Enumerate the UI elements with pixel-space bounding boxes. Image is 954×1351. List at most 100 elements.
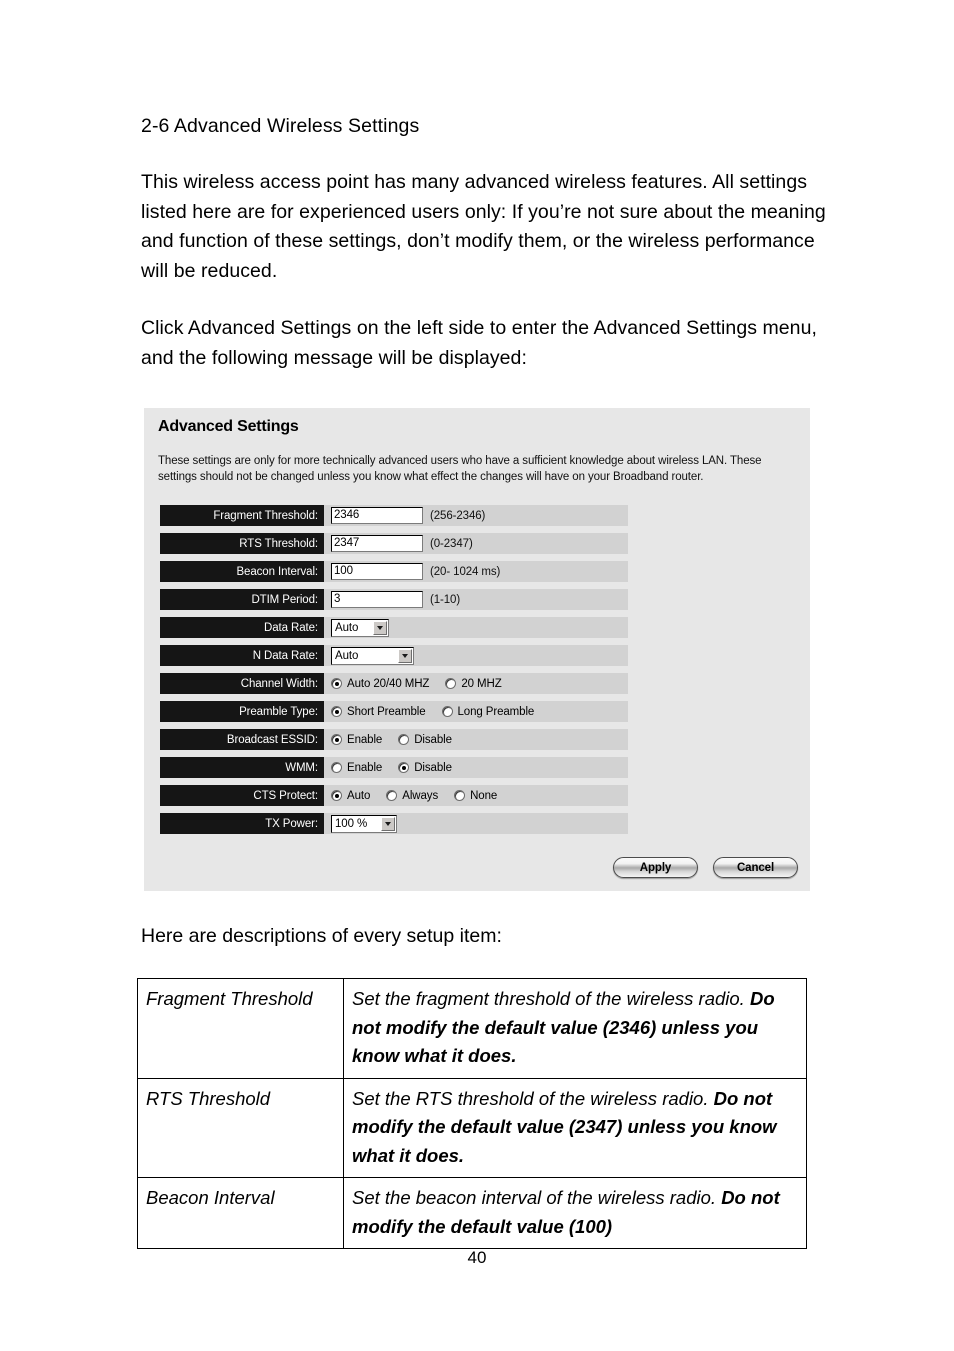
radio-label: Enable [347,733,383,746]
value-fragment-threshold: 2346 (256-2346) [324,505,628,526]
label-tx-power: TX Power: [160,813,324,834]
document-body: 2-6 Advanced Wireless Settings This wire… [141,112,831,373]
radio-icon [331,734,342,745]
value-broadcast-essid: Enable Disable [324,729,628,750]
radio-icon [331,706,342,717]
value-beacon-interval: 100 (20- 1024 ms) [324,561,628,582]
broadcast-essid-radio-group: Enable Disable [331,734,468,746]
row-channel-width: Channel Width: Auto 20/40 MHZ 20 MHZ [160,673,628,694]
radio-icon [386,790,398,801]
row-data-rate: Data Rate: Auto [160,617,628,638]
radio-label: Auto [347,789,371,802]
panel-button-bar: Apply Cancel [613,857,798,878]
value-preamble-type: Short Preamble Long Preamble [324,701,628,722]
radio-icon [331,678,342,689]
chevron-down-icon [381,816,395,831]
cts-protect-radio-group: Auto Always None [331,790,513,802]
chevron-down-icon [398,648,412,663]
setup-item-description-table: Fragment Threshold Set the fragment thre… [137,978,807,1249]
beacon-interval-input[interactable]: 100 [331,563,423,580]
radio-cts-protect-none[interactable]: None [454,790,497,802]
radio-channel-width-20mhz[interactable]: 20 MHZ [445,677,502,690]
n-data-rate-select-value: Auto [335,649,359,662]
radio-icon [454,790,466,801]
definition-plain: Set the beacon interval of the wireless … [352,1187,722,1208]
radio-label: Disable [414,733,452,746]
instruction-paragraph: Click Advanced Settings on the left side… [141,317,817,369]
value-data-rate: Auto [324,617,628,638]
row-broadcast-essid: Broadcast ESSID: Enable Disable [160,729,628,750]
table-caption: Here are descriptions of every setup ite… [141,925,502,947]
data-rate-select[interactable]: Auto [331,618,389,637]
dtim-period-input[interactable]: 3 [331,591,423,608]
definition-plain: Set the fragment threshold of the wirele… [352,988,750,1009]
radio-cts-protect-auto[interactable]: Auto [331,790,370,802]
value-cts-protect: Auto Always None [324,785,628,806]
label-data-rate: Data Rate: [160,617,324,638]
radio-label: Long Preamble [457,705,535,718]
row-fragment-threshold: Fragment Threshold: 2346 (256-2346) [160,505,628,526]
definition-plain: Set the RTS threshold of the wireless ra… [352,1087,714,1109]
value-tx-power: 100 % [324,813,628,834]
row-rts-threshold: RTS Threshold: 2347 (0-2347) [160,533,628,554]
value-wmm: Enable Disable [324,757,628,778]
radio-label: 20 MHZ [461,677,502,690]
radio-broadcast-essid-enable[interactable]: Enable [331,734,382,746]
fragment-threshold-input[interactable]: 2346 [331,507,423,524]
label-rts-threshold: RTS Threshold: [160,533,324,554]
radio-wmm-disable[interactable]: Disable [398,762,452,774]
value-dtim-period: 3 (1-10) [324,589,628,610]
radio-label: Always [402,789,439,802]
radio-icon [331,762,342,773]
radio-channel-width-auto[interactable]: Auto 20/40 MHZ [331,678,429,690]
radio-preamble-long[interactable]: Long Preamble [441,705,535,718]
row-cts-protect: CTS Protect: Auto Always None [160,785,628,806]
radio-preamble-short[interactable]: Short Preamble [331,706,426,718]
definition-cell: Set the RTS threshold of the wireless ra… [343,1077,807,1178]
n-data-rate-select[interactable]: Auto [331,646,414,665]
term-cell: Beacon Interval [137,1177,344,1249]
radio-label: None [470,789,498,802]
label-beacon-interval: Beacon Interval: [160,561,324,582]
radio-cts-protect-always[interactable]: Always [386,790,438,802]
channel-width-radio-group: Auto 20/40 MHZ 20 MHZ [331,678,518,690]
radio-wmm-enable[interactable]: Enable [331,762,382,774]
definition-cell: Set the fragment threshold of the wirele… [343,978,807,1079]
page-title: 2-6 Advanced Wireless Settings [141,115,420,137]
radio-label: Disable [414,761,452,774]
radio-broadcast-essid-disable[interactable]: Disable [398,734,452,746]
radio-label: Auto 20/40 MHZ [347,677,430,690]
cancel-button[interactable]: Cancel [713,857,798,878]
radio-icon [445,678,457,689]
intro-paragraph: This wireless access point has many adva… [141,171,826,282]
panel-description: These settings are only for more technic… [158,455,762,483]
table-row: Fragment Threshold Set the fragment thre… [137,978,807,1079]
panel-title: Advanced Settings [158,418,299,435]
value-rts-threshold: 2347 (0-2347) [324,533,628,554]
table-row: RTS Threshold Set the RTS threshold of t… [137,1077,807,1178]
radio-icon [398,762,410,773]
rts-threshold-hint: (0-2347) [430,537,473,550]
dtim-period-hint: (1-10) [430,593,461,606]
row-tx-power: TX Power: 100 % [160,813,628,834]
radio-icon [331,790,342,801]
rts-threshold-input[interactable]: 2347 [331,535,423,552]
apply-button[interactable]: Apply [613,857,698,878]
row-n-data-rate: N Data Rate: Auto [160,645,628,666]
label-preamble-type: Preamble Type: [160,701,324,722]
fragment-threshold-hint: (256-2346) [430,509,486,522]
radio-label: Enable [347,761,383,774]
radio-label: Short Preamble [347,705,426,718]
label-channel-width: Channel Width: [160,673,324,694]
term-cell: RTS Threshold [137,1077,344,1178]
value-channel-width: Auto 20/40 MHZ 20 MHZ [324,673,628,694]
definition-cell: Set the beacon interval of the wireless … [343,1177,807,1249]
row-preamble-type: Preamble Type: Short Preamble Long Pream… [160,701,628,722]
table-body: Fragment Threshold Set the fragment thre… [137,978,807,1249]
label-cts-protect: CTS Protect: [160,785,324,806]
tx-power-select[interactable]: 100 % [331,814,397,833]
label-n-data-rate: N Data Rate: [160,645,324,666]
row-wmm: WMM: Enable Disable [160,757,628,778]
advanced-settings-panel: Advanced Settings These settings are onl… [144,408,810,891]
wmm-radio-group: Enable Disable [331,762,468,774]
